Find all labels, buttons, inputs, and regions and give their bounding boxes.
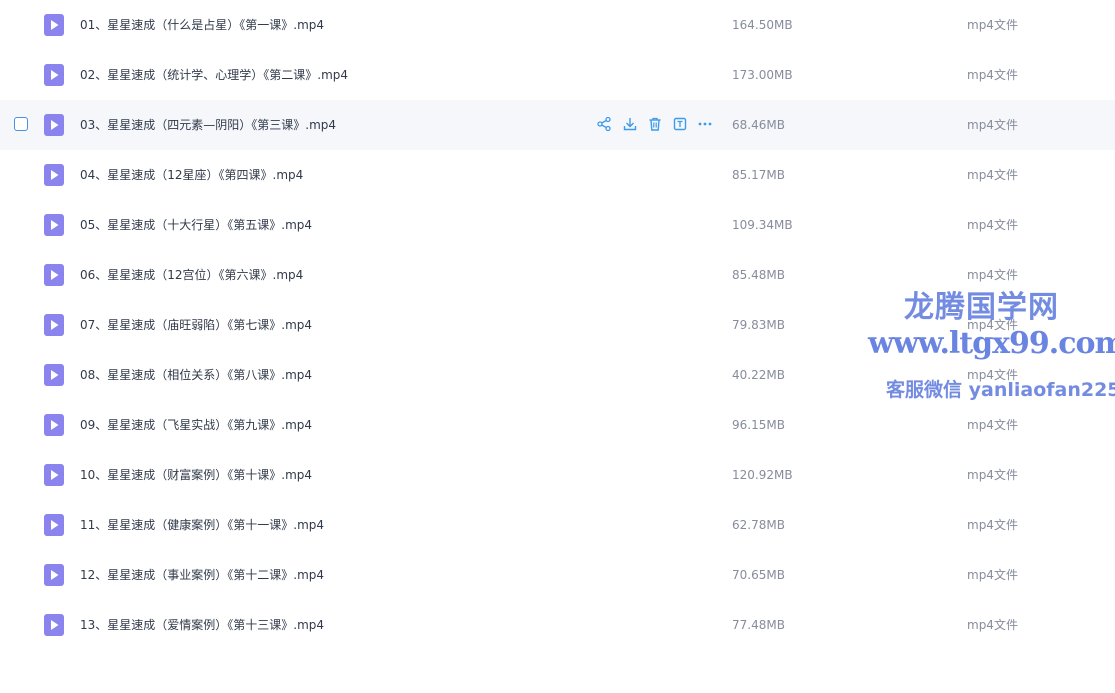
file-row[interactable]: 03、星星速成（四元素—阴阳）《第三课》.mp4 68.46MB mp4文件 (0, 100, 1115, 150)
file-type: mp4文件 (967, 518, 1018, 532)
file-name[interactable]: 06、星星速成（12宫位）《第六课》.mp4 (80, 250, 303, 300)
video-file-icon (44, 314, 64, 336)
file-row[interactable]: 06、星星速成（12宫位）《第六课》.mp4 85.48MB mp4文件 (0, 250, 1115, 300)
file-size: 164.50MB (732, 18, 793, 32)
file-type: mp4文件 (967, 118, 1018, 132)
file-name[interactable]: 10、星星速成（财富案例）《第十课》.mp4 (80, 450, 312, 500)
file-row[interactable]: 13、星星速成（爱情案例）《第十三课》.mp4 77.48MB mp4文件 (0, 600, 1115, 650)
file-type: mp4文件 (967, 418, 1018, 432)
video-file-icon (44, 264, 64, 286)
file-size: 85.17MB (732, 168, 785, 182)
file-size: 79.83MB (732, 318, 785, 332)
file-row[interactable]: 08、星星速成（相位关系）《第八课》.mp4 40.22MB mp4文件 (0, 350, 1115, 400)
file-name[interactable]: 12、星星速成（事业案例）《第十二课》.mp4 (80, 550, 324, 600)
file-row[interactable]: 01、星星速成（什么是占星）《第一课》.mp4 164.50MB mp4文件 (0, 0, 1115, 50)
file-size: 85.48MB (732, 268, 785, 282)
file-name[interactable]: 05、星星速成（十大行星）《第五课》.mp4 (80, 200, 312, 250)
file-size: 173.00MB (732, 68, 793, 82)
video-file-icon (44, 214, 64, 236)
share-icon[interactable] (596, 116, 612, 132)
file-size: 70.65MB (732, 568, 785, 582)
file-name[interactable]: 01、星星速成（什么是占星）《第一课》.mp4 (80, 0, 324, 50)
delete-icon[interactable] (647, 116, 663, 132)
file-type: mp4文件 (967, 618, 1018, 632)
video-file-icon (44, 564, 64, 586)
video-file-icon (44, 464, 64, 486)
file-type: mp4文件 (967, 468, 1018, 482)
file-type: mp4文件 (967, 568, 1018, 582)
file-size: 77.48MB (732, 618, 785, 632)
file-type: mp4文件 (967, 368, 1018, 382)
file-size: 109.34MB (732, 218, 793, 232)
video-file-icon (44, 514, 64, 536)
file-row[interactable]: 09、星星速成（飞星实战）《第九课》.mp4 96.15MB mp4文件 (0, 400, 1115, 450)
file-row[interactable]: 10、星星速成（财富案例）《第十课》.mp4 120.92MB mp4文件 (0, 450, 1115, 500)
file-name[interactable]: 04、星星速成（12星座）《第四课》.mp4 (80, 150, 303, 200)
file-type: mp4文件 (967, 218, 1018, 232)
file-type: mp4文件 (967, 268, 1018, 282)
download-icon[interactable] (622, 116, 638, 132)
file-row[interactable]: 11、星星速成（健康案例）《第十一课》.mp4 62.78MB mp4文件 (0, 500, 1115, 550)
file-type: mp4文件 (967, 18, 1018, 32)
file-type: mp4文件 (967, 68, 1018, 82)
file-size: 62.78MB (732, 518, 785, 532)
file-size: 40.22MB (732, 368, 785, 382)
file-name[interactable]: 09、星星速成（飞星实战）《第九课》.mp4 (80, 400, 312, 450)
video-file-icon (44, 14, 64, 36)
file-size: 120.92MB (732, 468, 793, 482)
file-row[interactable]: 05、星星速成（十大行星）《第五课》.mp4 109.34MB mp4文件 (0, 200, 1115, 250)
file-type: mp4文件 (967, 318, 1018, 332)
video-file-icon (44, 614, 64, 636)
file-row[interactable]: 02、星星速成（统计学、心理学）《第二课》.mp4 173.00MB mp4文件 (0, 50, 1115, 100)
file-name[interactable]: 08、星星速成（相位关系）《第八课》.mp4 (80, 350, 312, 400)
file-row[interactable]: 07、星星速成（庙旺弱陷）《第七课》.mp4 79.83MB mp4文件 (0, 300, 1115, 350)
video-file-icon (44, 364, 64, 386)
file-name[interactable]: 02、星星速成（统计学、心理学）《第二课》.mp4 (80, 50, 348, 100)
file-name[interactable]: 07、星星速成（庙旺弱陷）《第七课》.mp4 (80, 300, 312, 350)
more-icon[interactable] (697, 116, 713, 132)
file-size: 68.46MB (732, 118, 785, 132)
video-file-icon (44, 114, 64, 136)
row-checkbox[interactable] (14, 117, 28, 131)
file-row[interactable]: 12、星星速成（事业案例）《第十二课》.mp4 70.65MB mp4文件 (0, 550, 1115, 600)
file-type: mp4文件 (967, 168, 1018, 182)
file-row[interactable]: 04、星星速成（12星座）《第四课》.mp4 85.17MB mp4文件 (0, 150, 1115, 200)
file-name[interactable]: 03、星星速成（四元素—阴阳）《第三课》.mp4 (80, 100, 336, 150)
file-name[interactable]: 11、星星速成（健康案例）《第十一课》.mp4 (80, 500, 324, 550)
file-size: 96.15MB (732, 418, 785, 432)
video-file-icon (44, 164, 64, 186)
file-name[interactable]: 13、星星速成（爱情案例）《第十三课》.mp4 (80, 600, 324, 650)
rename-icon[interactable] (672, 116, 688, 132)
video-file-icon (44, 64, 64, 86)
video-file-icon (44, 414, 64, 436)
